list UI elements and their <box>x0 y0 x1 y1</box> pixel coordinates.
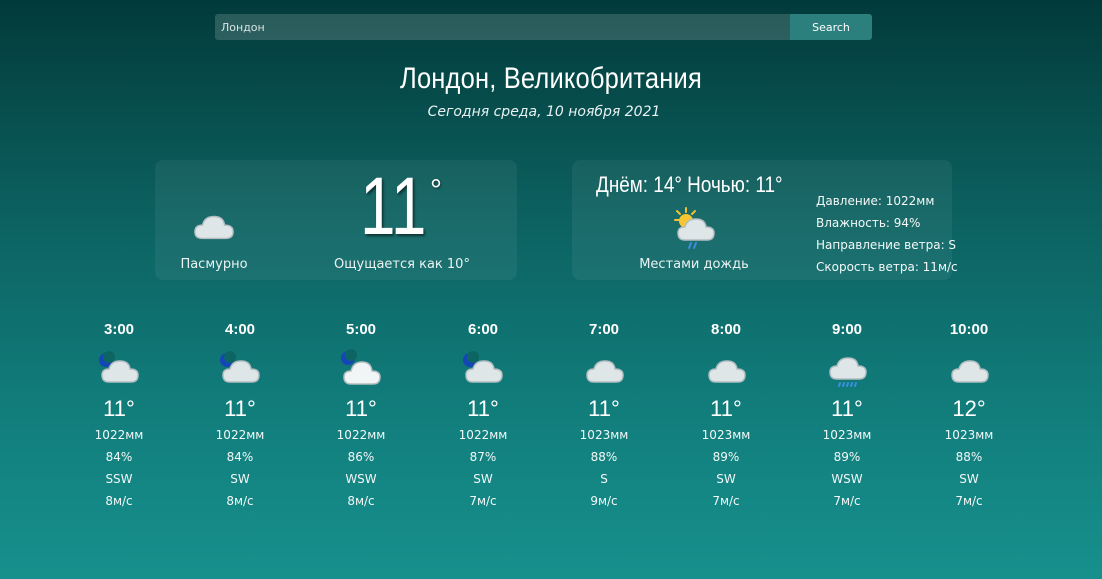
hour-wind-direction: SSW <box>105 472 133 486</box>
search-input[interactable] <box>215 14 790 40</box>
humidity-detail: Влажность: 94% <box>816 216 921 230</box>
hour-temp: 12° <box>952 396 986 421</box>
cloud-icon <box>708 360 746 383</box>
hour-humidity: 84% <box>226 450 254 464</box>
hour-pressure: 1022мм <box>336 428 386 442</box>
feels-like: Ощущается как 10° <box>334 257 470 272</box>
hour-pressure: 1022мм <box>94 428 144 442</box>
hour-humidity: 88% <box>590 450 618 464</box>
current-condition: Пасмурно <box>180 257 248 272</box>
hour-time: 7:00 <box>588 321 620 338</box>
hour-pressure: 1023мм <box>701 428 751 442</box>
hour-wind-direction: WSW <box>345 472 377 486</box>
hour-wind-direction: SW <box>959 472 979 486</box>
hour-temp: 11° <box>224 396 256 421</box>
hour-time: 4:00 <box>224 321 256 338</box>
cloud-rain-icon <box>829 357 867 387</box>
hour-pressure: 1023мм <box>822 428 872 442</box>
wind-speed-detail: Скорость ветра: 11м/с <box>816 260 958 274</box>
hour-pressure: 1022мм <box>458 428 508 442</box>
hour-humidity: 89% <box>833 450 861 464</box>
hour-column: 3:00 11° 1022мм 84% SSW 8м/с <box>58 318 180 512</box>
hour-humidity: 89% <box>712 450 740 464</box>
hour-time: 6:00 <box>467 321 499 338</box>
day-night-temps: Днём: 14° Ночью: 11° <box>596 172 783 197</box>
sun-cloud-rain-icon <box>674 207 715 249</box>
hour-time: 5:00 <box>345 321 377 338</box>
cloud-icon <box>951 360 989 383</box>
hour-wind-direction: WSW <box>831 472 863 486</box>
moon-cloud-icon <box>220 351 260 383</box>
hour-temp: 11° <box>710 396 742 421</box>
pressure-detail: Давление: 1022мм <box>816 194 935 208</box>
hour-humidity: 87% <box>469 450 497 464</box>
hour-wind-direction: SW <box>230 472 250 486</box>
hour-wind-direction: S <box>600 472 608 486</box>
hour-column: 5:00 11° 1022мм 86% WSW 8м/с <box>300 318 422 512</box>
hour-temp: 11° <box>345 396 377 421</box>
hour-wind-direction: SW <box>473 472 493 486</box>
hour-humidity: 86% <box>347 450 375 464</box>
hour-time: 9:00 <box>831 321 863 338</box>
hour-wind-speed: 8м/с <box>105 494 133 508</box>
hour-time: 8:00 <box>710 321 742 338</box>
hour-humidity: 88% <box>955 450 983 464</box>
hour-wind-speed: 7м/с <box>833 494 861 508</box>
moon-cloud-icon <box>99 351 139 383</box>
wind-direction-detail: Направление ветра: S <box>816 238 957 252</box>
hour-wind-direction: SW <box>716 472 736 486</box>
hour-column: 7:00 11° 1023мм 88% S 9м/с <box>543 318 665 512</box>
hour-column: 4:00 11° 1022мм 84% SW 8м/с <box>179 318 301 512</box>
hour-column: 6:00 11° 1022мм 87% SW 7м/с <box>422 318 544 512</box>
hour-temp: 11° <box>467 396 499 421</box>
hour-pressure: 1023мм <box>944 428 994 442</box>
hour-time: 10:00 <box>949 321 989 338</box>
hour-time: 3:00 <box>103 321 135 338</box>
hourly-forecast: 3:00 11° 1022мм 84% SSW 8м/с 4:00 11° 10… <box>58 318 1028 518</box>
cloud-icon <box>586 360 624 383</box>
hour-temp: 11° <box>588 396 620 421</box>
hour-column: 8:00 11° 1023мм 89% SW 7м/с <box>665 318 787 512</box>
hour-wind-speed: 7м/с <box>469 494 497 508</box>
moon-cloud-icon <box>341 349 381 385</box>
search-button[interactable]: Search <box>790 14 872 40</box>
forecast-condition: Местами дождь <box>639 257 749 272</box>
moon-cloud-icon <box>463 351 503 383</box>
weather-details: Давление: 1022мм Влажность: 94% Направле… <box>816 190 958 278</box>
degree-symbol: ° <box>430 174 442 207</box>
cloud-icon <box>194 215 234 240</box>
hour-column: 9:00 11° 1023мм 89% WSW 7м/с <box>786 318 908 512</box>
hour-humidity: 84% <box>105 450 133 464</box>
date-line: Сегодня среда, 10 ноября 2021 <box>427 104 661 120</box>
hour-temp: 11° <box>831 396 863 421</box>
hour-column: 10:00 12° 1023мм 88% SW 7м/с <box>908 318 1030 512</box>
hour-temp: 11° <box>103 396 135 421</box>
city-title: Лондон, Великобритания <box>400 62 702 95</box>
hour-wind-speed: 9м/с <box>590 494 618 508</box>
current-temperature: 11 <box>360 161 427 252</box>
search-bar: Search <box>215 14 872 40</box>
hour-wind-speed: 7м/с <box>712 494 740 508</box>
hour-wind-speed: 8м/с <box>226 494 254 508</box>
hour-pressure: 1023мм <box>579 428 629 442</box>
hour-wind-speed: 8м/с <box>347 494 375 508</box>
hour-pressure: 1022мм <box>215 428 265 442</box>
hour-wind-speed: 7м/с <box>955 494 983 508</box>
